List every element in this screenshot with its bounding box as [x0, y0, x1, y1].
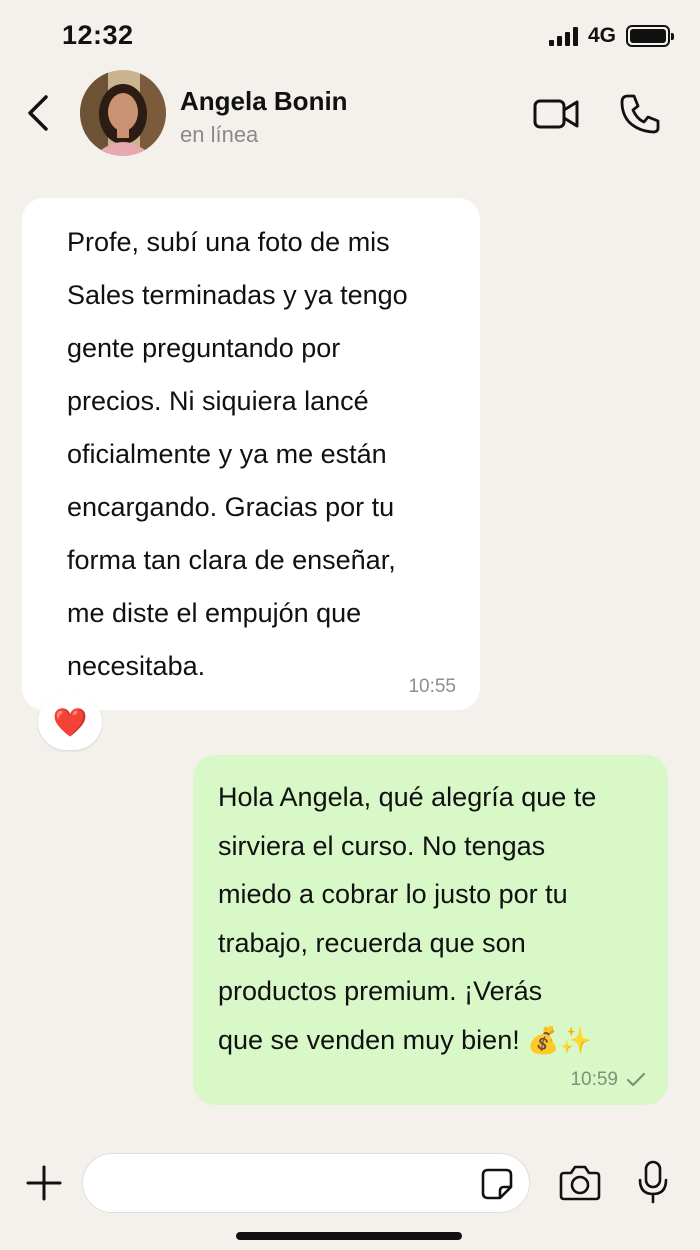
back-chevron-icon [28, 95, 48, 131]
contact-status: en línea [180, 122, 259, 147]
message-line: precios. Ni siquiera lancé [67, 386, 369, 416]
heart-reaction[interactable]: ❤️ [38, 694, 102, 750]
message-line-last: que se venden muy bien! 💰✨ [218, 1016, 648, 1065]
message-line: miedo a cobrar lo justo por tu [218, 879, 568, 909]
message-line: trabajo, recuerda que son [218, 927, 526, 958]
message-line: sirviera el curso. No tengas [218, 830, 546, 861]
home-indicator [236, 1232, 462, 1240]
message-text: que se venden muy bien! [218, 1024, 520, 1055]
message-line: encargando. Gracias por tu [67, 492, 395, 522]
attach-button[interactable] [24, 1163, 64, 1203]
message-input[interactable] [82, 1153, 530, 1213]
voice-call-button[interactable] [618, 92, 662, 136]
composer-bar [0, 1135, 700, 1235]
video-call-button[interactable] [532, 94, 582, 134]
message-meta: 10:59 [570, 1070, 646, 1089]
message-line: productos premium. ¡Verás [218, 976, 543, 1006]
avatar[interactable] [80, 70, 166, 156]
message-line: oficialmente y ya me están [67, 439, 387, 469]
outgoing-message[interactable]: Hola Angela, qué alegría que te sirviera… [193, 755, 668, 1105]
message-line: necesitaba. [67, 651, 206, 681]
battery-icon [626, 25, 674, 47]
contact-name[interactable]: Angela Bonin [180, 86, 348, 117]
incoming-message[interactable]: Profe, subí una foto de mis Sales termin… [22, 198, 480, 710]
phone-icon [620, 94, 660, 134]
network-type: 4G [587, 24, 616, 47]
message-line: forma tan clara de enseñar, [67, 545, 396, 575]
signal-icon [548, 26, 578, 46]
camera-button[interactable] [558, 1163, 602, 1203]
sticker-button[interactable] [480, 1167, 514, 1201]
microphone-icon [638, 1160, 668, 1204]
status-time: 12:32 [62, 20, 134, 50]
chat-header: Angela Bonin en línea [0, 68, 700, 160]
video-camera-icon [533, 99, 579, 129]
single-check-icon [626, 1072, 646, 1086]
contact-photo [80, 70, 166, 156]
status-indicators: 4G [548, 24, 674, 48]
heart-icon: ❤️ [52, 706, 88, 738]
message-timestamp: 10:55 [408, 676, 456, 697]
camera-icon [559, 1165, 601, 1201]
message-line: Profe, subí una foto de mis [67, 227, 390, 257]
plus-icon [26, 1165, 62, 1201]
message-line: Sales terminadas y ya tengo [67, 280, 408, 310]
money-bag-sparkles-emoji: 💰✨ [527, 1024, 592, 1055]
microphone-button[interactable] [636, 1159, 670, 1205]
sticker-icon [481, 1168, 513, 1200]
battery-level [630, 29, 666, 43]
message-line: gente preguntando por [67, 333, 341, 363]
message-timestamp: 10:59 [570, 1069, 618, 1090]
status-bar: 12:32 4G [0, 0, 700, 70]
message-line: Hola Angela, qué alegría que te [218, 782, 597, 812]
message-line: me diste el empujón que [67, 598, 362, 628]
back-button[interactable] [20, 90, 56, 136]
